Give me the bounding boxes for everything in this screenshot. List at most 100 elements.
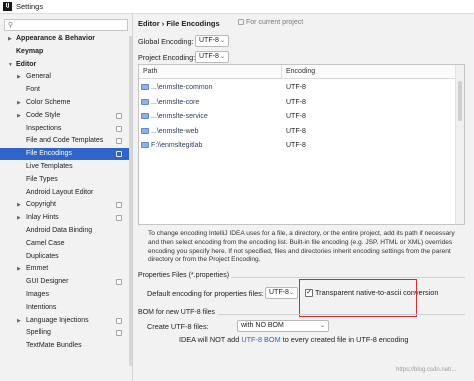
global-encoding-select[interactable]: UTF-8 ⌄	[195, 35, 229, 47]
table-row[interactable]: ...\enmslte-common UTF-8	[139, 81, 456, 94]
sidebar-item[interactable]: File Encodings	[0, 148, 131, 161]
chevron-right-icon[interactable]: ▶	[17, 199, 21, 211]
project-level-icon	[116, 151, 122, 158]
sidebar-item[interactable]: Spelling	[0, 327, 131, 339]
chevron-down-icon: ⌄	[219, 54, 225, 60]
project-encoding-label: Project Encoding:	[138, 53, 196, 62]
sidebar-item-label: File Encodings	[26, 150, 72, 158]
encoding-cell[interactable]: UTF-8	[286, 81, 306, 94]
folder-icon	[141, 142, 149, 148]
properties-encoding-value: UTF-8	[269, 289, 289, 296]
chevron-right-icon[interactable]: ▶	[8, 33, 12, 45]
project-encoding-select[interactable]: UTF-8 ⌄	[195, 51, 229, 63]
sidebar-item-label: Copyright	[26, 201, 56, 209]
sidebar-item[interactable]: File and Code Templates	[0, 135, 131, 147]
encoding-cell[interactable]: UTF-8	[286, 125, 306, 138]
path-cell: ...\enmslte-core	[141, 96, 281, 109]
sidebar-item[interactable]: ▶ Code Style	[0, 110, 131, 122]
sidebar-item[interactable]: ▶ Appearance & Behavior	[0, 33, 131, 45]
project-encoding-value: UTF-8	[199, 53, 219, 60]
global-encoding-value: UTF-8	[199, 37, 219, 44]
sidebar-item[interactable]: ▶ Copyright	[0, 199, 131, 211]
sidebar-item[interactable]: Inspections	[0, 123, 131, 135]
chevron-right-icon[interactable]: ▶	[17, 97, 21, 109]
encoding-cell[interactable]: UTF-8	[286, 110, 306, 123]
table-row[interactable]: ...\enmslte-core UTF-8	[139, 96, 456, 109]
table-row[interactable]: ...\enmslte-web UTF-8	[139, 125, 456, 138]
chevron-down-icon[interactable]: ▼	[8, 59, 13, 71]
chevron-right-icon[interactable]: ▶	[17, 263, 21, 275]
path-text: ...\enmslte-common	[151, 84, 213, 91]
sidebar-item[interactable]: TextMate Bundles	[0, 340, 131, 352]
table-row[interactable]: ...\enmslte-service UTF-8	[139, 110, 456, 123]
sidebar-item-label: Language Injections	[26, 316, 89, 324]
project-level-icon	[116, 202, 122, 209]
chevron-down-icon: ⌄	[219, 38, 225, 44]
bom-section-title: BOM for new UTF-8 files	[138, 309, 219, 316]
path-encoding-table[interactable]: Path Encoding ...\enmslte-common UTF-8...…	[138, 64, 465, 225]
sidebar-item[interactable]: Intentions	[0, 302, 131, 314]
path-text: F:\\enmsltegitlab	[151, 142, 203, 149]
sidebar-item[interactable]: Font	[0, 84, 131, 96]
sidebar-item[interactable]: ▶ Language Injections	[0, 315, 131, 327]
project-scope-label: For current project	[246, 19, 304, 26]
sidebar-item-label: Duplicates	[26, 252, 59, 260]
encoding-cell[interactable]: UTF-8	[286, 139, 306, 152]
sidebar-item[interactable]: Camel Case	[0, 238, 131, 250]
folder-icon	[141, 127, 149, 134]
chevron-down-icon: ⌄	[288, 290, 294, 296]
chevron-right-icon[interactable]: ▶	[17, 71, 21, 83]
sidebar-item-label: GUI Designer	[26, 278, 69, 286]
create-utf8-select[interactable]: with NO BOM ⌄	[237, 320, 329, 332]
project-level-icon	[116, 112, 122, 119]
sidebar-item[interactable]: Live Templates	[0, 161, 131, 173]
column-header-encoding[interactable]: Encoding	[282, 65, 456, 79]
sidebar-item-label: Color Scheme	[26, 99, 71, 106]
properties-encoding-select[interactable]: UTF-8 ⌄	[265, 287, 298, 299]
chevron-right-icon[interactable]: ▶	[17, 212, 21, 224]
column-header-path[interactable]: Path	[139, 65, 282, 79]
sidebar-item[interactable]: Android Data Binding	[0, 225, 131, 237]
sidebar-item[interactable]: ▶ Color Scheme	[0, 97, 131, 109]
chevron-right-icon[interactable]: ▶	[17, 110, 21, 122]
encoding-cell[interactable]: UTF-8	[286, 96, 306, 109]
scrollbar-thumb[interactable]	[458, 81, 462, 121]
path-cell: ...\enmslte-web	[141, 125, 281, 138]
sidebar-item-label: Intentions	[26, 303, 57, 311]
path-cell: ...\enmslte-common	[141, 81, 281, 94]
sidebar-item-label: Inlay Hints	[26, 214, 59, 222]
sidebar-item[interactable]: ▼ Editor	[0, 59, 131, 71]
search-input[interactable]	[19, 21, 125, 30]
properties-default-label: Default encoding for properties files:	[147, 289, 264, 298]
sidebar-item[interactable]: Android Layout Editor	[0, 187, 131, 199]
table-row[interactable]: F:\\enmsltegitlab UTF-8	[139, 139, 456, 152]
create-utf8-label: Create UTF-8 files:	[147, 322, 209, 331]
utf8-bom-link[interactable]: UTF-8 BOM	[241, 335, 280, 344]
project-level-icon	[116, 138, 122, 145]
title-bar: IJ Settings	[0, 0, 474, 14]
project-scope-note: For current project	[238, 19, 303, 26]
folder-icon	[141, 113, 149, 119]
path-cell: ...\enmslte-service	[141, 110, 281, 123]
sidebar-item[interactable]: ▶ Emmet	[0, 263, 131, 275]
sidebar-item-label: Spelling	[26, 329, 51, 337]
sidebar-item[interactable]: Keymap	[0, 46, 131, 58]
sidebar-item[interactable]: File Types	[0, 174, 131, 186]
folder-icon	[141, 84, 149, 90]
sidebar-item[interactable]: Duplicates	[0, 251, 131, 263]
project-level-icon	[116, 125, 122, 132]
sidebar-item[interactable]: GUI Designer	[0, 276, 131, 288]
settings-search-field[interactable]: ⚲	[4, 19, 128, 31]
sidebar-item-label: Font	[26, 86, 41, 94]
chevron-down-icon: ⌄	[319, 323, 325, 329]
sidebar-item[interactable]: ▶ General	[0, 71, 131, 83]
properties-section-title: Properties Files (*.properties)	[138, 272, 233, 279]
create-utf8-value: with NO BOM	[241, 322, 284, 329]
chevron-right-icon[interactable]: ▶	[17, 315, 21, 327]
window-title: Settings	[16, 2, 44, 11]
bom-info: IDEA will NOT add UTF-8 BOM to every cre…	[179, 335, 408, 344]
sidebar-item[interactable]: Images	[0, 289, 131, 301]
splitter[interactable]	[132, 14, 133, 381]
table-scrollbar[interactable]	[455, 65, 464, 224]
sidebar-item[interactable]: ▶ Inlay Hints	[0, 212, 131, 224]
